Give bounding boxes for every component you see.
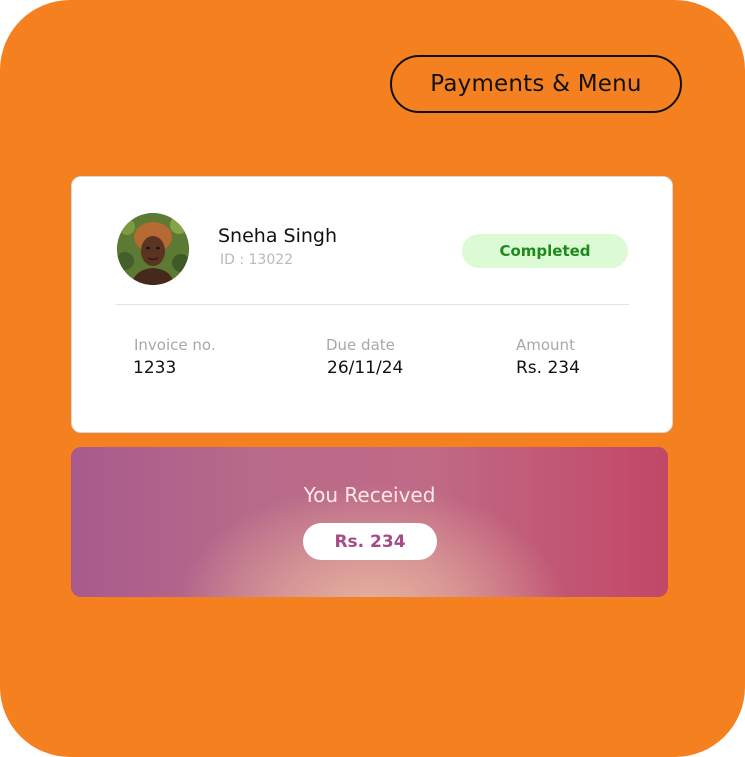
invoice-card: Sneha Singh ID : 13022 Completed Invoice… [71,176,673,433]
invoice-value: 1233 [133,358,177,378]
status-badge: Completed [462,234,628,268]
received-panel: You Received Rs. 234 [71,447,668,597]
amount-value: Rs. 234 [516,358,580,378]
user-id: ID : 13022 [220,252,294,268]
invoice-label: Invoice no. [134,336,216,354]
app-background: Payments & Menu Sneha Singh ID : 13022 C… [0,0,745,757]
amount-label: Amount [516,336,575,354]
avatar-image [117,213,189,285]
received-title: You Received [303,483,436,507]
divider [116,304,629,305]
due-date-value: 26/11/24 [327,358,404,378]
received-amount-badge: Rs. 234 [303,523,437,560]
user-name: Sneha Singh [218,225,338,247]
due-date-label: Due date [326,336,395,354]
avatar [117,213,189,285]
payments-menu-button[interactable]: Payments & Menu [390,55,682,113]
